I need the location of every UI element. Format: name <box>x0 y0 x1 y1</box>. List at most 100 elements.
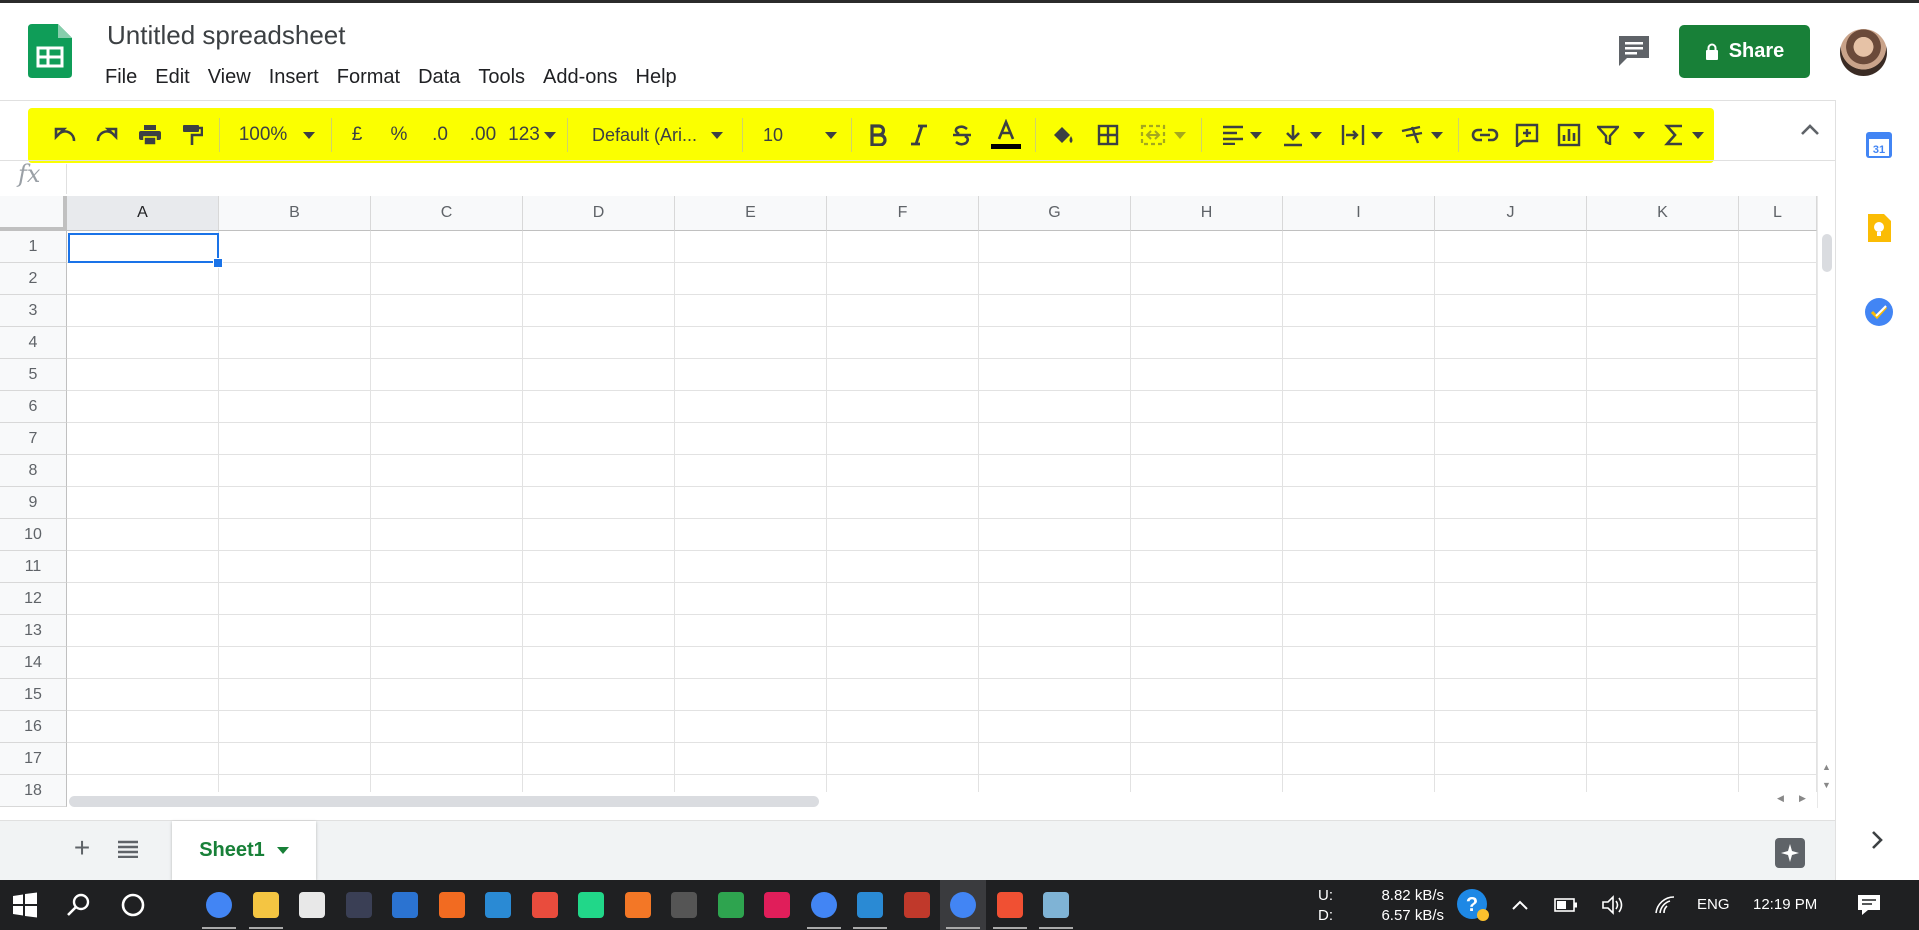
row-header-5[interactable]: 5 <box>0 359 67 391</box>
taskbar-app-notepad[interactable] <box>1033 880 1079 930</box>
row-header-4[interactable]: 4 <box>0 327 67 359</box>
cell-j10[interactable] <box>1435 519 1587 551</box>
column-header-l[interactable]: L <box>1739 196 1817 231</box>
column-header-e[interactable]: E <box>675 196 827 231</box>
cell-a5[interactable] <box>67 359 219 391</box>
menu-tools[interactable]: Tools <box>469 62 534 92</box>
calendar-icon[interactable]: 31 <box>1864 130 1894 160</box>
taskbar-app-slack[interactable] <box>754 880 800 930</box>
decrease-decimal-button[interactable]: .0 <box>424 115 456 155</box>
cell-e5[interactable] <box>675 359 827 391</box>
cell-d15[interactable] <box>523 679 675 711</box>
comment-icon[interactable] <box>1510 115 1544 155</box>
cell-l14[interactable] <box>1739 647 1817 679</box>
taskbar-app-store[interactable] <box>289 880 335 930</box>
cell-b9[interactable] <box>219 487 371 519</box>
taskbar-app-chrome[interactable] <box>196 880 242 930</box>
cell-l16[interactable] <box>1739 711 1817 743</box>
cell-d16[interactable] <box>523 711 675 743</box>
row-header-12[interactable]: 12 <box>0 583 67 615</box>
tasks-icon[interactable] <box>1864 297 1894 327</box>
vertical-scrollbar[interactable]: ▲ ▼ <box>1817 196 1835 808</box>
text-color-icon[interactable] <box>988 115 1024 155</box>
cell-f10[interactable] <box>827 519 979 551</box>
cell-e11[interactable] <box>675 551 827 583</box>
cell-j16[interactable] <box>1435 711 1587 743</box>
cell-i12[interactable] <box>1283 583 1435 615</box>
cell-e8[interactable] <box>675 455 827 487</box>
cell-k14[interactable] <box>1587 647 1739 679</box>
taskbar-app-chrome-3[interactable] <box>940 880 986 930</box>
cell-b1[interactable] <box>219 231 371 263</box>
cell-g9[interactable] <box>979 487 1131 519</box>
taskbar-app-app-squares[interactable] <box>522 880 568 930</box>
cell-e2[interactable] <box>675 263 827 295</box>
cell-k13[interactable] <box>1587 615 1739 647</box>
cell-d8[interactable] <box>523 455 675 487</box>
horizontal-align-icon[interactable] <box>1218 115 1266 155</box>
cell-j13[interactable] <box>1435 615 1587 647</box>
cell-h5[interactable] <box>1131 359 1283 391</box>
vertical-scroll-thumb[interactable] <box>1822 234 1832 272</box>
cell-c6[interactable] <box>371 391 523 423</box>
cell-l1[interactable] <box>1739 231 1817 263</box>
cell-b6[interactable] <box>219 391 371 423</box>
cell-e3[interactable] <box>675 295 827 327</box>
cell-h1[interactable] <box>1131 231 1283 263</box>
column-header-h[interactable]: H <box>1131 196 1283 231</box>
taskbar-app-vscode[interactable] <box>475 880 521 930</box>
cell-g4[interactable] <box>979 327 1131 359</box>
cell-l13[interactable] <box>1739 615 1817 647</box>
cell-c9[interactable] <box>371 487 523 519</box>
cell-i8[interactable] <box>1283 455 1435 487</box>
cell-e9[interactable] <box>675 487 827 519</box>
merge-cells-icon[interactable] <box>1138 115 1188 155</box>
notifications-icon[interactable] <box>1846 880 1892 930</box>
cell-h14[interactable] <box>1131 647 1283 679</box>
cell-c16[interactable] <box>371 711 523 743</box>
cell-j12[interactable] <box>1435 583 1587 615</box>
cell-d9[interactable] <box>523 487 675 519</box>
cell-e1[interactable] <box>675 231 827 263</box>
cell-l17[interactable] <box>1739 743 1817 775</box>
menu-edit[interactable]: Edit <box>146 62 198 92</box>
cell-j6[interactable] <box>1435 391 1587 423</box>
scroll-left-arrow-icon[interactable]: ◀ <box>1777 793 1784 804</box>
column-header-i[interactable]: I <box>1283 196 1435 231</box>
cell-k1[interactable] <box>1587 231 1739 263</box>
cell-l8[interactable] <box>1739 455 1817 487</box>
cell-k11[interactable] <box>1587 551 1739 583</box>
cell-g6[interactable] <box>979 391 1131 423</box>
cell-b2[interactable] <box>219 263 371 295</box>
cell-l10[interactable] <box>1739 519 1817 551</box>
borders-icon[interactable] <box>1093 115 1123 155</box>
cell-f13[interactable] <box>827 615 979 647</box>
cell-c8[interactable] <box>371 455 523 487</box>
bold-icon[interactable] <box>863 115 893 155</box>
cell-i16[interactable] <box>1283 711 1435 743</box>
wifi-icon[interactable] <box>1643 880 1689 930</box>
cell-a14[interactable] <box>67 647 219 679</box>
sheets-logo-icon[interactable] <box>28 24 72 78</box>
cell-a6[interactable] <box>67 391 219 423</box>
cell-e12[interactable] <box>675 583 827 615</box>
cell-b17[interactable] <box>219 743 371 775</box>
cell-k5[interactable] <box>1587 359 1739 391</box>
fill-handle[interactable] <box>213 258 223 268</box>
taskbar-app-file-explorer[interactable] <box>243 880 289 930</box>
cell-f16[interactable] <box>827 711 979 743</box>
cell-f6[interactable] <box>827 391 979 423</box>
cell-j9[interactable] <box>1435 487 1587 519</box>
cell-i4[interactable] <box>1283 327 1435 359</box>
cell-l4[interactable] <box>1739 327 1817 359</box>
cell-e10[interactable] <box>675 519 827 551</box>
row-header-11[interactable]: 11 <box>0 551 67 583</box>
row-header-18[interactable]: 18 <box>0 775 67 807</box>
vertical-align-icon[interactable] <box>1278 115 1326 155</box>
cell-i6[interactable] <box>1283 391 1435 423</box>
redo-icon[interactable] <box>90 115 124 155</box>
column-header-g[interactable]: G <box>979 196 1131 231</box>
menu-addons[interactable]: Add-ons <box>534 62 627 92</box>
taskbar-app-app-green[interactable] <box>708 880 754 930</box>
cell-f17[interactable] <box>827 743 979 775</box>
